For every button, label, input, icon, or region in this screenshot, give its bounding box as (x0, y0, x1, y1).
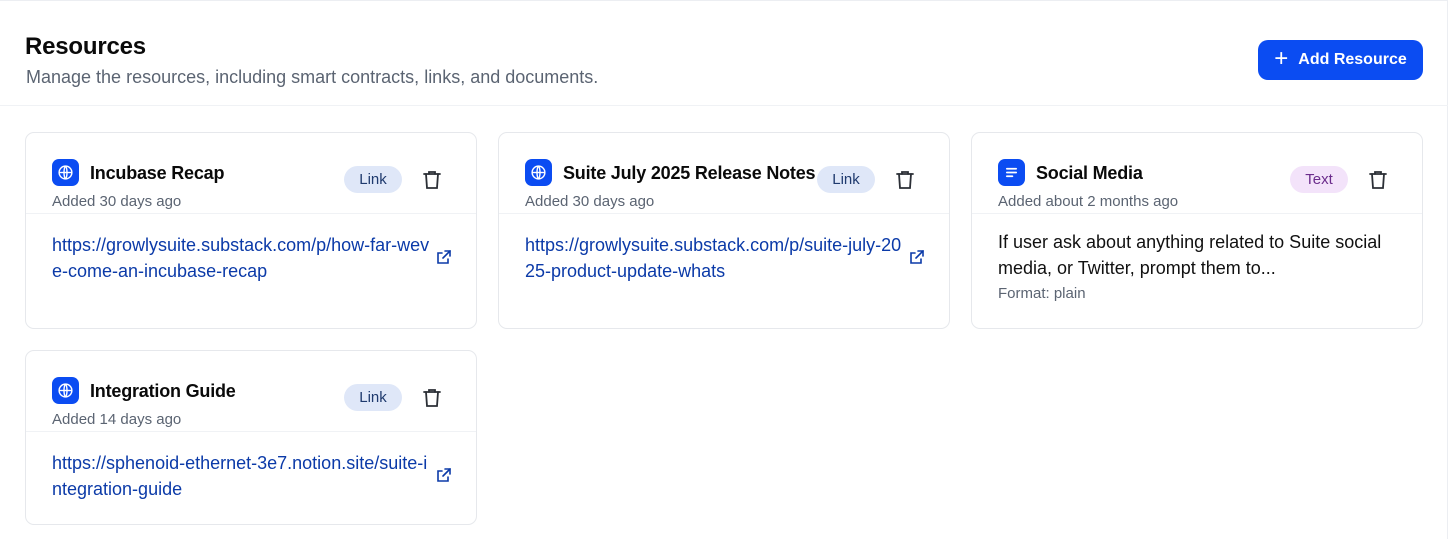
card-title: Social Media (1036, 163, 1143, 183)
page-title: Resources (25, 33, 146, 60)
type-badge: Link (344, 166, 402, 193)
resource-card: Integration Guide Added 14 days ago Link… (25, 350, 477, 525)
resource-url-link[interactable]: https://sphenoid-ethernet-3e7.notion.sit… (52, 450, 432, 502)
globe-icon (52, 159, 79, 186)
card-title: Suite July 2025 Release Notes (563, 163, 816, 183)
plus-icon: + (1274, 45, 1289, 72)
card-added-date: Added 30 days ago (52, 193, 182, 210)
resource-format: Format: plain (998, 285, 1086, 302)
card-added-date: Added 30 days ago (525, 193, 655, 210)
delete-trash-icon[interactable] (1367, 168, 1389, 192)
type-badge: Link (344, 384, 402, 411)
resources-panel: Resources Manage the resources, includin… (0, 0, 1448, 539)
add-resource-label: Add Resource (1298, 51, 1407, 68)
type-badge: Link (817, 166, 875, 193)
resource-card: Social Media Added about 2 months ago Te… (971, 132, 1423, 329)
card-title: Incubase Recap (90, 163, 225, 183)
resource-card: Incubase Recap Added 30 days ago Link ht… (25, 132, 477, 329)
globe-icon (525, 159, 552, 186)
card-added-date: Added 14 days ago (52, 411, 182, 428)
globe-icon (52, 377, 79, 404)
page-header: Resources Manage the resources, includin… (0, 1, 1448, 106)
delete-trash-icon[interactable] (421, 168, 443, 192)
external-link-icon[interactable] (436, 467, 452, 483)
type-badge: Text (1290, 166, 1348, 193)
document-icon (998, 159, 1025, 186)
resource-url-link[interactable]: https://growlysuite.substack.com/p/suite… (525, 232, 905, 284)
card-title: Integration Guide (90, 381, 236, 401)
page-subtitle: Manage the resources, including smart co… (26, 67, 599, 87)
delete-trash-icon[interactable] (894, 168, 916, 192)
resource-url-link[interactable]: https://growlysuite.substack.com/p/how-f… (52, 232, 432, 284)
card-added-date: Added about 2 months ago (998, 193, 1179, 210)
add-resource-button[interactable]: + Add Resource (1258, 40, 1423, 80)
external-link-icon[interactable] (909, 249, 925, 265)
external-link-icon[interactable] (436, 249, 452, 265)
resource-card: Suite July 2025 Release Notes Added 30 d… (498, 132, 950, 329)
resource-content-preview: If user ask about anything related to Su… (998, 232, 1382, 278)
delete-trash-icon[interactable] (421, 386, 443, 410)
